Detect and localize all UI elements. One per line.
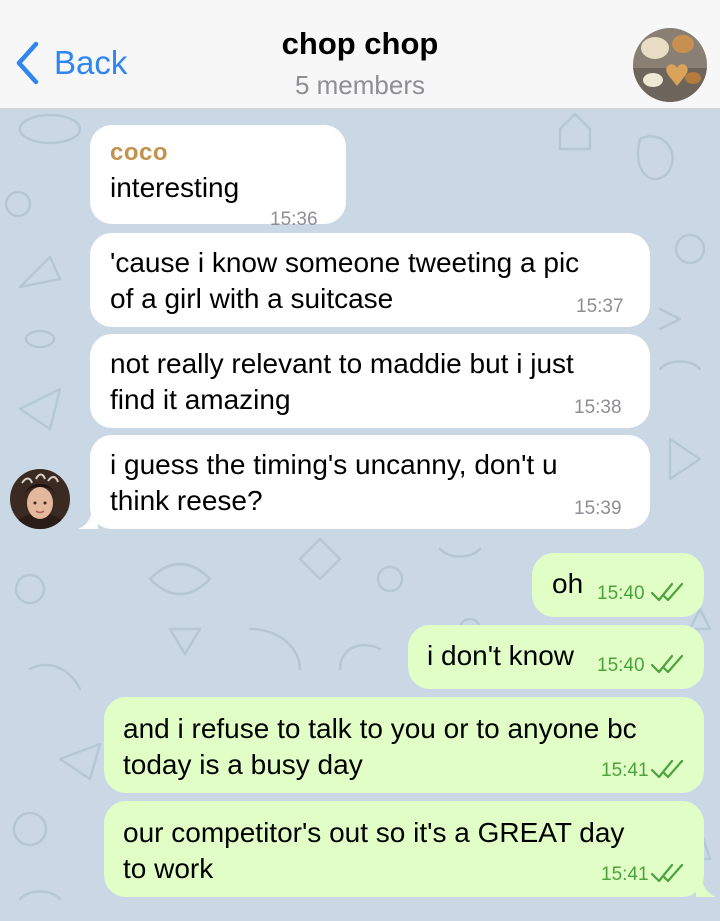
message-bubble[interactable]: 'cause i know someone tweeting a pic of … [90, 233, 650, 327]
members-count: 5 members [294, 70, 426, 100]
chat-title[interactable]: chop chop [0, 26, 720, 62]
message-text: not really relevant to maddie but i just… [110, 348, 574, 415]
message-text: interesting [110, 172, 240, 203]
double-check-icon [650, 759, 684, 779]
message-time: 15:41 [601, 760, 649, 781]
message-text: 'cause i know someone tweeting a pic of … [110, 247, 580, 314]
chat-header: Back chop chop 5 members [0, 0, 720, 109]
group-avatar[interactable] [633, 28, 707, 102]
message-time: 15:41 [601, 864, 649, 885]
double-check-icon [650, 582, 684, 602]
message-text: oh [552, 568, 584, 599]
message-bubble[interactable]: coco interesting 15:36 [90, 125, 346, 230]
message-bubble[interactable]: not really relevant to maddie but i just… [90, 334, 650, 428]
message-time: 15:38 [574, 397, 622, 418]
message-time: 15:40 [597, 583, 645, 604]
message-bubble[interactable]: i don't know 15:40 [408, 625, 704, 689]
message-time: 15:36 [270, 209, 318, 230]
double-check-icon [650, 654, 684, 674]
bubble-tail [696, 875, 716, 897]
double-check-icon [650, 863, 684, 883]
message-time: 15:39 [574, 498, 622, 519]
chat-area[interactable]: coco interesting 15:36 'cause i know som… [0, 109, 720, 921]
message-time: 15:37 [576, 296, 624, 317]
message-time: 15:40 [597, 655, 645, 676]
sender-name[interactable]: coco [110, 139, 168, 167]
message-text: our competitor's out so it's a GREAT day… [123, 817, 625, 884]
sender-avatar[interactable] [10, 469, 70, 529]
message-bubble[interactable]: oh 15:40 [532, 553, 704, 617]
bubble-tail [78, 507, 98, 529]
message-text: and i refuse to talk to you or to anyone… [123, 713, 637, 780]
message-bubble[interactable]: our competitor's out so it's a GREAT day… [104, 801, 704, 897]
message-bubble[interactable]: i guess the timing's uncanny, don't u th… [90, 435, 650, 529]
message-text: i guess the timing's uncanny, don't u th… [110, 449, 558, 516]
message-text: i don't know [427, 640, 574, 671]
message-bubble[interactable]: and i refuse to talk to you or to anyone… [104, 697, 704, 793]
